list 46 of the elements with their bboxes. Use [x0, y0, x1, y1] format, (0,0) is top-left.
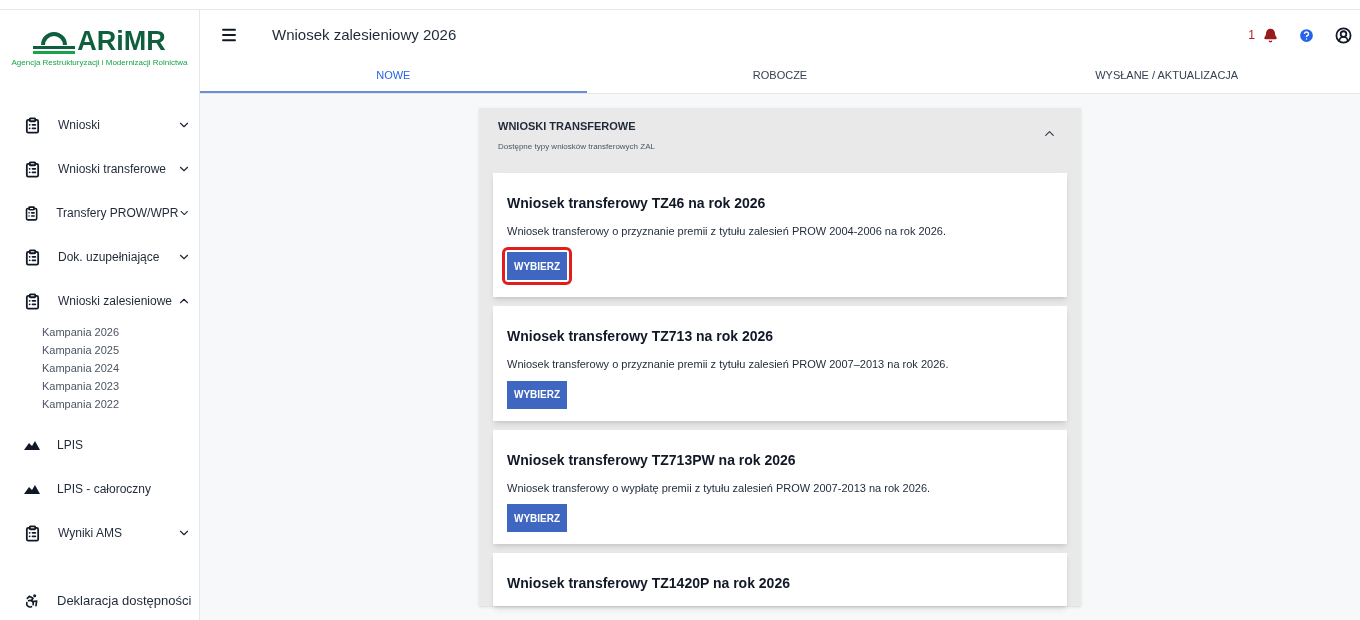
- sidebar-item[interactable]: LPIS: [0, 423, 199, 467]
- mountain-icon: [24, 440, 40, 450]
- clipboard-icon: [24, 524, 41, 542]
- panel-subtitle: Dostępne typy wniosków transferowych ZAL: [498, 140, 656, 153]
- notification-bell-icon[interactable]: [1263, 27, 1278, 43]
- card-description: Wniosek transferowy o wypłatę premii z tytułu zalesień PROW 2007-2013 na rok 2026.: [507, 480, 931, 496]
- sidebar-item[interactable]: Wyniki AMS: [0, 511, 199, 555]
- sidebar-item[interactable]: Wnioski transferowe: [0, 147, 199, 191]
- select-button[interactable]: WYBIERZ: [507, 252, 568, 280]
- sidebar-item[interactable]: LPIS - całoroczny: [0, 467, 199, 511]
- sidebar-subitem[interactable]: Kampania 2024: [42, 359, 120, 377]
- logo-emblem-icon: [33, 31, 76, 55]
- mountain-icon: [24, 484, 40, 494]
- notification-count: 1: [1248, 27, 1255, 44]
- card-title: Wniosek transferowy TZ713 na rok 2026: [507, 327, 774, 346]
- select-button[interactable]: WYBIERZ: [507, 504, 568, 532]
- sidebar-item[interactable]: Dok. uzupełniające: [0, 235, 199, 279]
- clipboard-icon: [24, 116, 41, 134]
- sidebar-item[interactable]: Transfery PROW/WPR: [0, 191, 199, 235]
- panel-title: WNIOSKI TRANSFEROWE: [498, 119, 637, 134]
- tab[interactable]: ROBOCZE: [586, 60, 974, 93]
- menu-icon[interactable]: [220, 26, 238, 44]
- clipboard-icon: [24, 204, 40, 222]
- clipboard-icon: [24, 292, 41, 310]
- card-title: Wniosek transferowy TZ1420P na rok 2026: [507, 574, 790, 593]
- select-button[interactable]: WYBIERZ: [507, 380, 568, 409]
- sidebar-item[interactable]: Deklaracja dostępności: [0, 582, 199, 620]
- user-account-icon[interactable]: [1335, 26, 1352, 44]
- card-title: Wniosek transferowy TZ713PW na rok 2026: [507, 450, 796, 470]
- logo-subtitle: Agencja Restrukturyzacji i Modernizacji Rolnictwa: [11, 57, 188, 69]
- clipboard-icon: [24, 248, 41, 266]
- sidebar-item[interactable]: Wnioski: [0, 103, 199, 147]
- sidebar-subitem[interactable]: Kampania 2023: [42, 377, 120, 395]
- clipboard-icon: [24, 160, 41, 178]
- logo-wordmark: ARiMR: [77, 28, 166, 55]
- card-description: Wniosek transferowy o przyznanie premii z tytułu zalesień PROW 2004-2006 na rok 2026.: [507, 223, 946, 239]
- accessibility-icon: [24, 593, 40, 609]
- page-title: Wniosek zalesieniowy 2026: [272, 24, 457, 45]
- help-icon[interactable]: [1298, 26, 1315, 44]
- card-description: Wniosek transferowy o przyznanie premii z tytułu zalesień PROW 2007–2013 na rok 2026.: [507, 357, 949, 372]
- tab[interactable]: WYSŁANE / AKTUALIZACJA: [973, 60, 1360, 93]
- card-title: Wniosek transferowy TZ46 na rok 2026: [507, 193, 766, 213]
- sidebar-subitem[interactable]: Kampania 2025: [42, 341, 120, 359]
- sidebar-subitem[interactable]: Kampania 2026: [42, 323, 120, 341]
- sidebar-subitem[interactable]: Kampania 2022: [42, 395, 120, 413]
- sidebar-item[interactable]: Wnioski zalesieniowe: [0, 279, 199, 323]
